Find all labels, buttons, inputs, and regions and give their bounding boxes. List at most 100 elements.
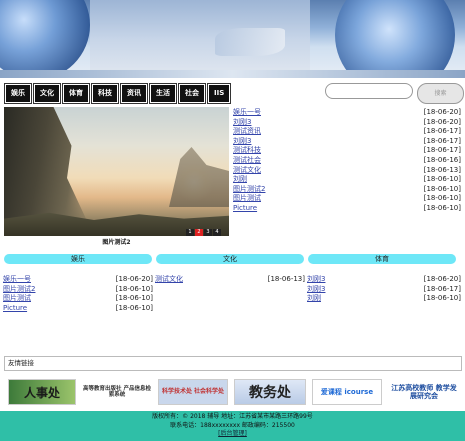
list-item: 娱乐一号 [18-06-20]	[3, 275, 153, 285]
section-link[interactable]: 刘刚3	[307, 275, 325, 285]
slideshow-caption: 图片测试2	[102, 239, 131, 246]
news-date: [18-06-17]	[423, 146, 461, 155]
footer-contact: 联系电话：188xxxxxxxx 邮政编码：215500	[170, 421, 295, 429]
news-link[interactable]: 测试科技	[233, 146, 261, 156]
list-item: 测试科技 [18-06-17]	[233, 146, 461, 156]
latest-news-list: 娱乐一号 [18-06-20] 刘刚3 [18-06-20] 测试资讯 [18-06-…	[233, 108, 461, 214]
logo-science-technology-office[interactable]: 科学技术处 社会科学处	[158, 379, 228, 405]
globe-image-right	[335, 0, 455, 78]
section-link[interactable]: 刘刚3	[307, 285, 325, 295]
banner-strip	[0, 70, 465, 78]
section-date: [18-06-10]	[115, 303, 153, 312]
news-link[interactable]: 刘刚	[233, 175, 247, 185]
main-nav: 娱乐 文化 体育 科技 资讯 生活 社会 IIS	[5, 84, 233, 103]
footer-copyright: 版权所有：© 2018 辅导 地址：江苏省某市某路三环路99号	[152, 413, 313, 420]
news-date: [18-06-10]	[423, 184, 461, 193]
list-item: 测试文化 [18-06-13]	[233, 166, 461, 176]
logo-personnel-office[interactable]: 人事处	[8, 379, 76, 405]
section-link[interactable]: 测试文化	[155, 275, 183, 285]
list-item: 刘刚3 [18-06-17]	[233, 137, 461, 147]
nav-item-technology[interactable]: 科技	[92, 84, 118, 103]
news-link[interactable]: 刘刚3	[233, 118, 251, 128]
footer: 版权所有：© 2018 辅导 地址：江苏省某市某路三环路99号 联系电话：188…	[0, 411, 465, 441]
list-item: 图片测试2 [18-06-10]	[3, 285, 153, 295]
section-link[interactable]: Picture	[3, 304, 27, 314]
logo-higher-education-press[interactable]: 高等教育出版社 产品信息检索系统	[82, 379, 152, 405]
news-link[interactable]: 测试资讯	[233, 127, 261, 137]
search-input[interactable]	[325, 83, 413, 99]
news-date: [18-06-13]	[423, 165, 461, 174]
news-link[interactable]: 图片测试2	[233, 185, 265, 195]
section-date: [18-06-10]	[423, 294, 461, 303]
slide-page-4[interactable]: 4	[213, 229, 221, 236]
list-item: 刘刚3 [18-06-20]	[233, 118, 461, 128]
news-date: [18-06-16]	[423, 155, 461, 164]
list-item: Picture [18-06-10]	[233, 204, 461, 214]
section-link[interactable]: 图片测试2	[3, 285, 35, 295]
partner-logos: 人事处 高等教育出版社 产品信息检索系统 科学技术处 社会科学处 教务处 爱课程…	[8, 379, 460, 407]
nav-item-life[interactable]: 生活	[150, 84, 176, 103]
search-button[interactable]: 搜索	[417, 83, 464, 104]
list-item: 图片测试 [18-06-10]	[233, 194, 461, 204]
news-link[interactable]: 刘刚3	[233, 137, 251, 147]
list-item: 刘刚3 [18-06-17]	[307, 285, 461, 295]
section-link[interactable]: 娱乐一号	[3, 275, 31, 285]
nav-item-news[interactable]: 资讯	[121, 84, 147, 103]
section-date: [18-06-20]	[423, 275, 461, 283]
nav-item-iis[interactable]: IIS	[208, 84, 231, 103]
news-date: [18-06-10]	[423, 194, 461, 203]
news-date: [18-06-20]	[423, 117, 461, 126]
list-item: Picture [18-06-10]	[3, 304, 153, 314]
section-list-sports: 刘刚3 [18-06-20] 刘刚3 [18-06-17] 刘刚 [18-06-10]	[307, 275, 461, 304]
section-date: [18-06-20]	[115, 275, 153, 283]
news-link[interactable]: 测试社会	[233, 156, 261, 166]
news-date: [18-06-10]	[423, 175, 461, 184]
slideshow-pager: 1 2 3 4	[186, 229, 222, 236]
globe-image-left	[0, 0, 90, 78]
distant-cliff	[169, 147, 229, 207]
section-list-entertainment: 娱乐一号 [18-06-20] 图片测试2 [18-06-10] 图片测试 [18-0…	[3, 275, 153, 313]
news-link[interactable]: 娱乐一号	[233, 108, 261, 118]
section-title-culture[interactable]: 文化	[156, 254, 304, 264]
news-date: [18-06-10]	[423, 203, 461, 212]
list-item: 测试社会 [18-06-16]	[233, 156, 461, 166]
nav-item-entertainment[interactable]: 娱乐	[5, 84, 31, 103]
nav-item-culture[interactable]: 文化	[34, 84, 60, 103]
list-item: 刘刚3 [18-06-20]	[307, 275, 461, 285]
slide-page-3[interactable]: 3	[204, 229, 212, 236]
section-list-culture: 测试文化 [18-06-13]	[155, 275, 305, 285]
list-item: 刘刚 [18-06-10]	[307, 294, 461, 304]
banner-hand-image	[215, 28, 285, 56]
nav-item-society[interactable]: 社会	[179, 84, 205, 103]
nav-item-sports[interactable]: 体育	[63, 84, 89, 103]
section-date: [18-06-10]	[115, 284, 153, 293]
section-link[interactable]: 图片测试	[3, 294, 31, 304]
admin-login-link[interactable]: [后台管理]	[218, 430, 247, 437]
logo-academic-affairs-office[interactable]: 教务处	[234, 379, 306, 405]
section-title-entertainment[interactable]: 娱乐	[4, 254, 152, 264]
news-link[interactable]: Picture	[233, 204, 257, 214]
news-date: [18-06-17]	[423, 127, 461, 136]
list-item: 图片测试 [18-06-10]	[3, 294, 153, 304]
list-item: 测试文化 [18-06-13]	[155, 275, 305, 285]
list-item: 刘刚 [18-06-10]	[233, 175, 461, 185]
list-item: 测试资讯 [18-06-17]	[233, 127, 461, 137]
news-link[interactable]: 测试文化	[233, 166, 261, 176]
section-date: [18-06-10]	[115, 294, 153, 303]
section-link[interactable]: 刘刚	[307, 294, 321, 304]
news-link[interactable]: 图片测试	[233, 194, 261, 204]
header-banner	[0, 0, 465, 78]
list-item: 图片测试2 [18-06-10]	[233, 185, 461, 195]
news-date: [18-06-17]	[423, 136, 461, 145]
list-item: 娱乐一号 [18-06-20]	[233, 108, 461, 118]
section-date: [18-06-17]	[423, 284, 461, 293]
logo-teacher-development-association[interactable]: 江苏高校教师 教学发展研究会	[388, 379, 460, 405]
friend-links-header: 友情链接	[4, 356, 462, 371]
slideshow-image[interactable]	[4, 107, 229, 236]
slide-page-2[interactable]: 2	[195, 229, 203, 236]
slide-page-1[interactable]: 1	[186, 229, 194, 236]
logo-icourse[interactable]: 爱课程 icourse	[312, 379, 382, 405]
section-title-sports[interactable]: 体育	[308, 254, 456, 264]
news-date: [18-06-20]	[423, 108, 461, 116]
section-date: [18-06-13]	[267, 275, 305, 283]
